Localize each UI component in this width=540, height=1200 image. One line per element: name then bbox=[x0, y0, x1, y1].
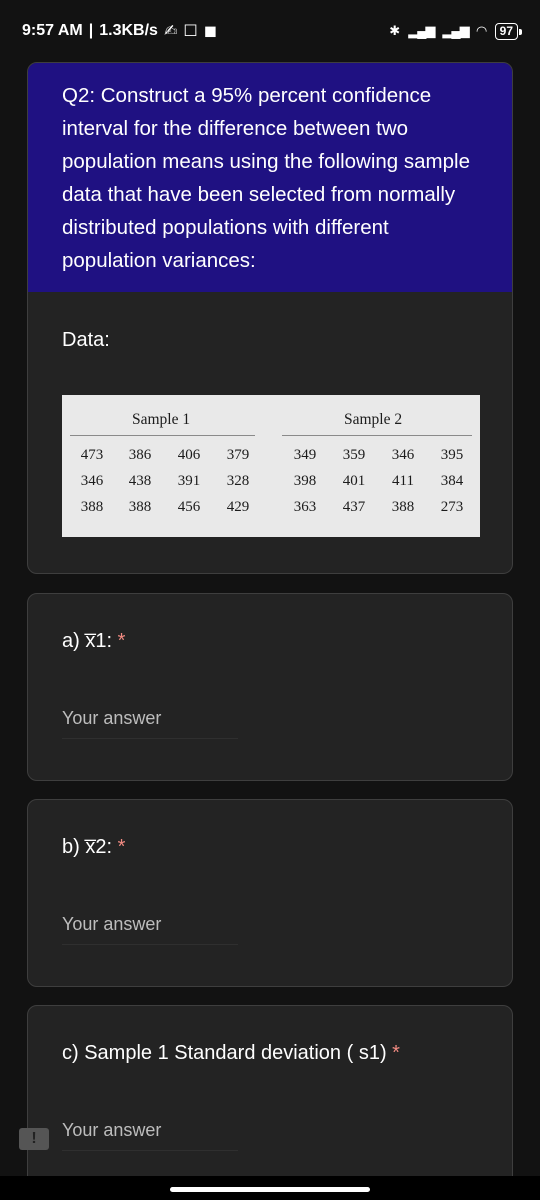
feedback-icon[interactable]: ! bbox=[19, 1128, 49, 1150]
video-icon: ◼ bbox=[203, 23, 217, 40]
network-speed: 1.3KB/s bbox=[99, 22, 158, 39]
question-card: Q2: Construct a 95% percent confidence i… bbox=[27, 62, 513, 574]
pen-icon: ✍ bbox=[163, 23, 178, 40]
bluetooth-icon: ✱ bbox=[389, 23, 401, 38]
status-left: 9:57 AM | 1.3KB/s ✍ ☐ ◼ bbox=[22, 21, 217, 41]
question-b-card: b) x̅2: * Your answer bbox=[27, 799, 513, 987]
sample-data-image: Sample 1 Sample 2 473 386 406 379 349 35… bbox=[62, 395, 480, 537]
table-cell: 406 bbox=[177, 447, 201, 463]
table-cell: 437 bbox=[342, 499, 366, 515]
table-cell: 346 bbox=[391, 447, 415, 463]
table-cell: 473 bbox=[80, 447, 104, 463]
table-cell: 391 bbox=[177, 473, 201, 489]
table-row: 346 438 391 328 398 401 411 384 bbox=[62, 473, 480, 495]
table-cell: 328 bbox=[226, 473, 250, 489]
table-cell: 388 bbox=[80, 499, 104, 515]
answer-c-input[interactable]: Your answer bbox=[62, 1120, 161, 1141]
answer-a-input[interactable]: Your answer bbox=[62, 708, 161, 729]
table-cell: 388 bbox=[128, 499, 152, 515]
answer-b-underline bbox=[62, 944, 238, 945]
sample1-header: Sample 1 bbox=[132, 411, 191, 428]
battery-icon: 97 bbox=[494, 22, 523, 40]
sample2-rule bbox=[282, 435, 472, 436]
status-bar: 9:57 AM | 1.3KB/s ✍ ☐ ◼ ✱ ▂▄▆ ▂▄▆ ◠ 97 bbox=[0, 0, 540, 62]
question-c-text: c) Sample 1 Standard deviation ( s1) bbox=[62, 1042, 387, 1064]
table-cell: 349 bbox=[293, 447, 317, 463]
question-a-text: a) x̅1: bbox=[62, 630, 113, 652]
data-label: Data: bbox=[62, 329, 110, 351]
question-c-label: c) Sample 1 Standard deviation ( s1) * bbox=[62, 1042, 400, 1065]
table-cell: 363 bbox=[293, 499, 317, 515]
table-cell: 346 bbox=[80, 473, 104, 489]
status-right: ✱ ▂▄▆ ▂▄▆ ◠ 97 bbox=[389, 22, 523, 40]
question-b-text: b) x̅2: bbox=[62, 836, 113, 858]
required-asterisk: * bbox=[117, 630, 126, 652]
table-cell: 429 bbox=[226, 499, 250, 515]
answer-b-input[interactable]: Your answer bbox=[62, 914, 161, 935]
table-cell: 388 bbox=[391, 499, 415, 515]
question-a-card: a) x̅1: * Your answer bbox=[27, 593, 513, 781]
table-row: 388 388 456 429 363 437 388 273 bbox=[62, 499, 480, 521]
wifi-icon: ◠ bbox=[476, 23, 487, 38]
sample1-rule bbox=[70, 435, 255, 436]
table-cell: 411 bbox=[392, 473, 414, 489]
home-indicator[interactable] bbox=[170, 1187, 370, 1192]
table-cell: 398 bbox=[293, 473, 317, 489]
table-cell: 379 bbox=[226, 447, 250, 463]
table-cell: 438 bbox=[128, 473, 152, 489]
table-cell: 401 bbox=[342, 473, 366, 489]
required-asterisk: * bbox=[392, 1042, 400, 1064]
signal-icon-2: ▂▄▆ bbox=[442, 23, 469, 38]
signal-icon: ▂▄▆ bbox=[408, 23, 435, 38]
required-asterisk: * bbox=[117, 836, 126, 858]
table-cell: 456 bbox=[177, 499, 201, 515]
question-c-card: c) Sample 1 Standard deviation ( s1) * Y… bbox=[27, 1005, 513, 1195]
question-title: Q2: Construct a 95% percent confidence i… bbox=[62, 84, 470, 272]
table-cell: 384 bbox=[440, 473, 464, 489]
table-cell: 273 bbox=[440, 499, 464, 515]
clock: 9:57 AM bbox=[22, 22, 83, 39]
question-b-label: b) x̅2: * bbox=[62, 836, 125, 859]
table-cell: 386 bbox=[128, 447, 152, 463]
table-cell: 395 bbox=[440, 447, 464, 463]
question-a-label: a) x̅1: * bbox=[62, 630, 125, 653]
table-cell: 359 bbox=[342, 447, 366, 463]
separator: | bbox=[88, 22, 94, 39]
question-header: Q2: Construct a 95% percent confidence i… bbox=[28, 63, 512, 292]
table-row: 473 386 406 379 349 359 346 395 bbox=[62, 447, 480, 469]
answer-a-underline bbox=[62, 738, 238, 739]
square-icon: ☐ bbox=[183, 23, 198, 40]
answer-c-underline bbox=[62, 1150, 238, 1151]
sample2-header: Sample 2 bbox=[344, 411, 403, 428]
